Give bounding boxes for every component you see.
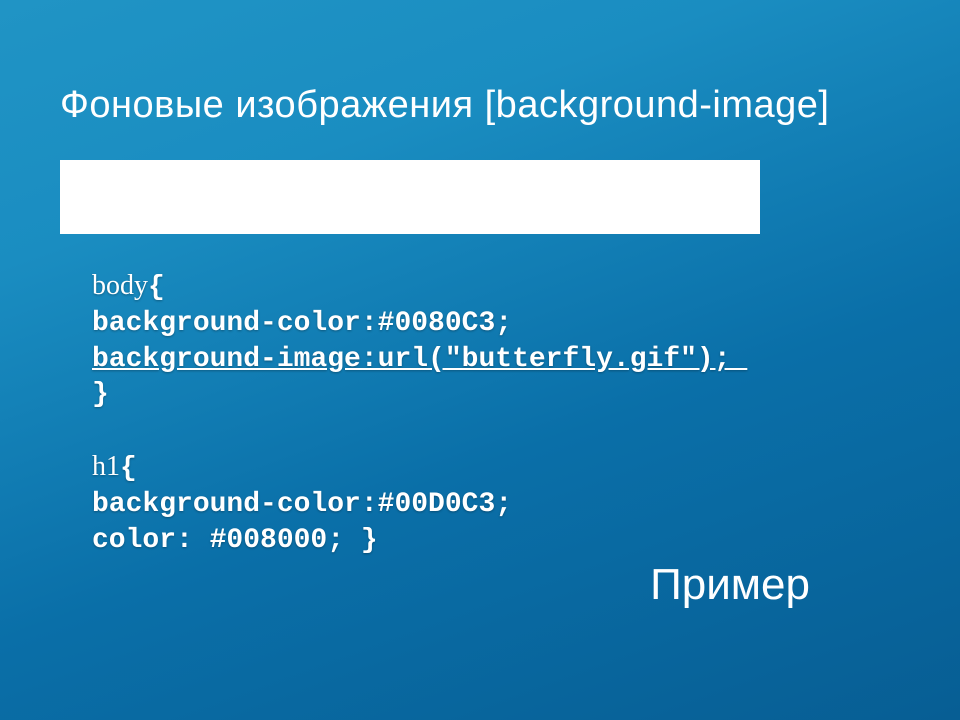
code-line-5: h1{: [92, 449, 747, 487]
code-block: body{ background-color:#0080C3; backgrou…: [92, 268, 747, 559]
code-brace: {: [148, 272, 165, 303]
code-line-7: color: #008000; }: [92, 523, 747, 559]
code-blank: [92, 413, 747, 449]
code-line-6: background-color:#00D0C3;: [92, 487, 747, 523]
example-label: Пример: [650, 560, 810, 610]
slide: Фоновые изображения [background-image] b…: [0, 0, 960, 720]
code-selector-h1: h1: [92, 451, 120, 482]
white-bar: [60, 160, 760, 234]
slide-title: Фоновые изображения [background-image]: [60, 84, 900, 127]
code-line-2: background-color:#0080C3;: [92, 306, 747, 342]
code-brace: {: [120, 453, 137, 484]
code-line-3: background-image:url("butterfly.gif");: [92, 342, 747, 378]
code-selector-body: body: [92, 270, 148, 301]
code-line-1: body{: [92, 268, 747, 306]
code-line-4: }: [92, 377, 747, 413]
